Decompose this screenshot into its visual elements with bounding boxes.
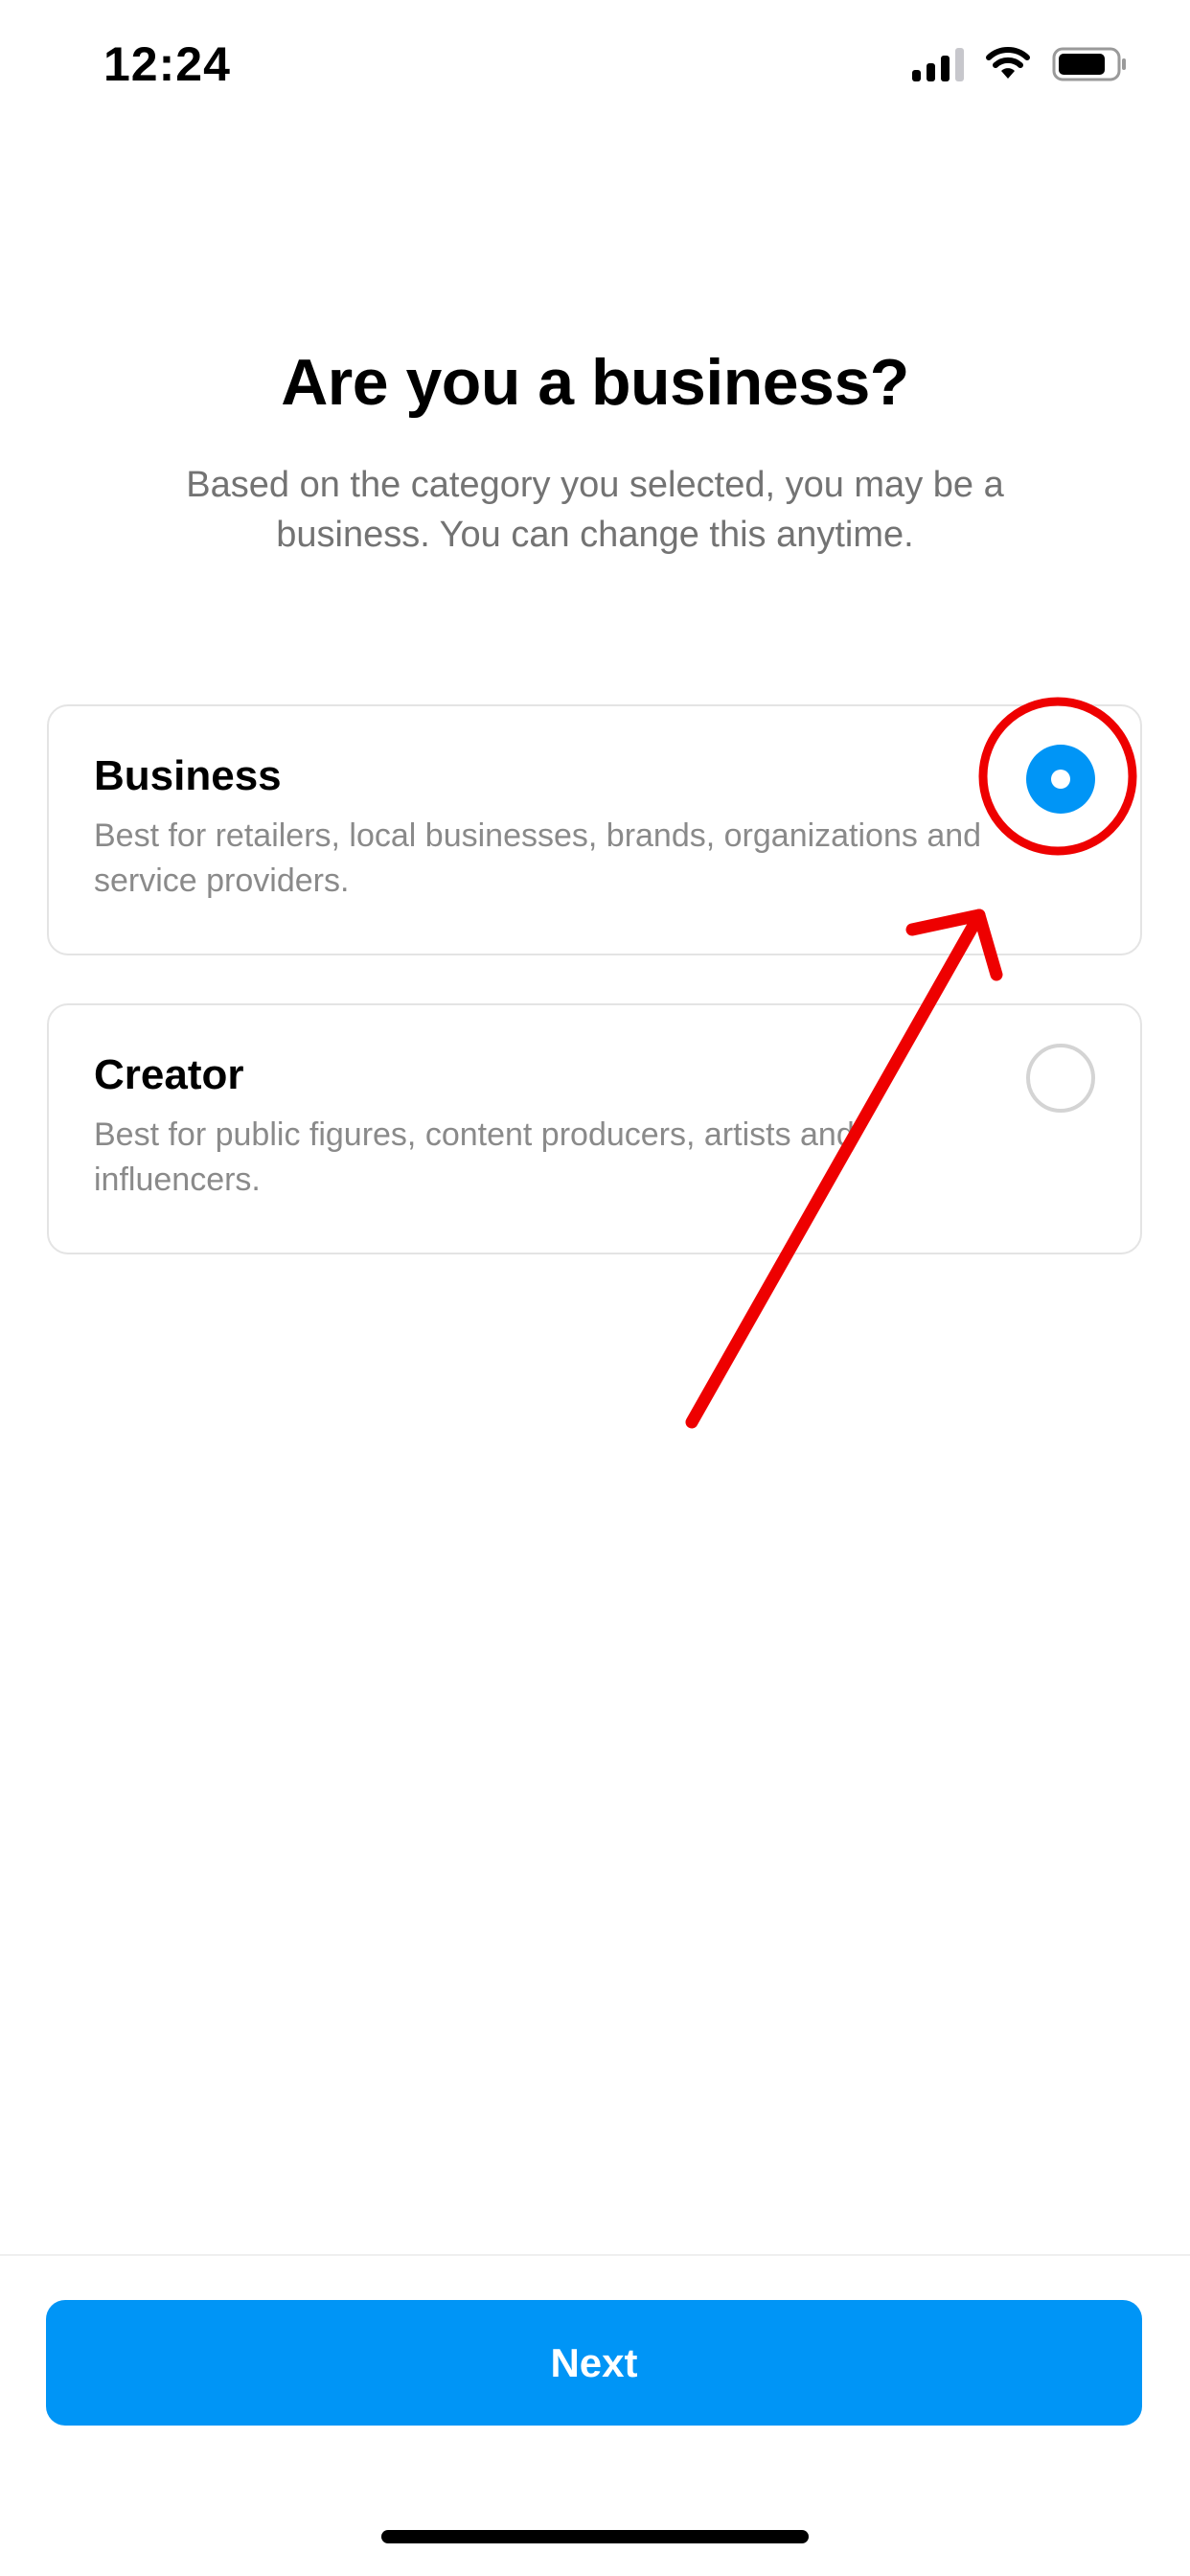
option-description: Best for public figures, content produce… — [94, 1116, 855, 1198]
business-radio-button[interactable] — [1026, 745, 1095, 814]
option-title: Creator — [94, 1051, 244, 1098]
status-icons — [912, 43, 1129, 85]
battery-icon — [1052, 47, 1126, 81]
creator-radio-button[interactable] — [1026, 1044, 1095, 1113]
option-description: Best for retailers, local businesses, br… — [94, 817, 982, 899]
option-creator[interactable]: Creator Best for public figures, content… — [47, 1003, 1142, 1254]
next-button[interactable]: Next — [46, 2300, 1142, 2426]
signal-icon — [912, 47, 964, 81]
page-subtitle: Based on the category you selected, you … — [186, 465, 1004, 555]
wifi-icon — [986, 47, 1030, 79]
footer-divider — [0, 2254, 1190, 2256]
page-title: Are you a business? — [281, 346, 909, 419]
home-indicator[interactable] — [381, 2530, 809, 2543]
option-title: Business — [94, 752, 282, 799]
option-business[interactable]: Business Best for retailers, local busin… — [47, 704, 1142, 955]
status-time: 12:24 — [103, 37, 231, 91]
status-bar: 12:24 — [0, 0, 1190, 134]
